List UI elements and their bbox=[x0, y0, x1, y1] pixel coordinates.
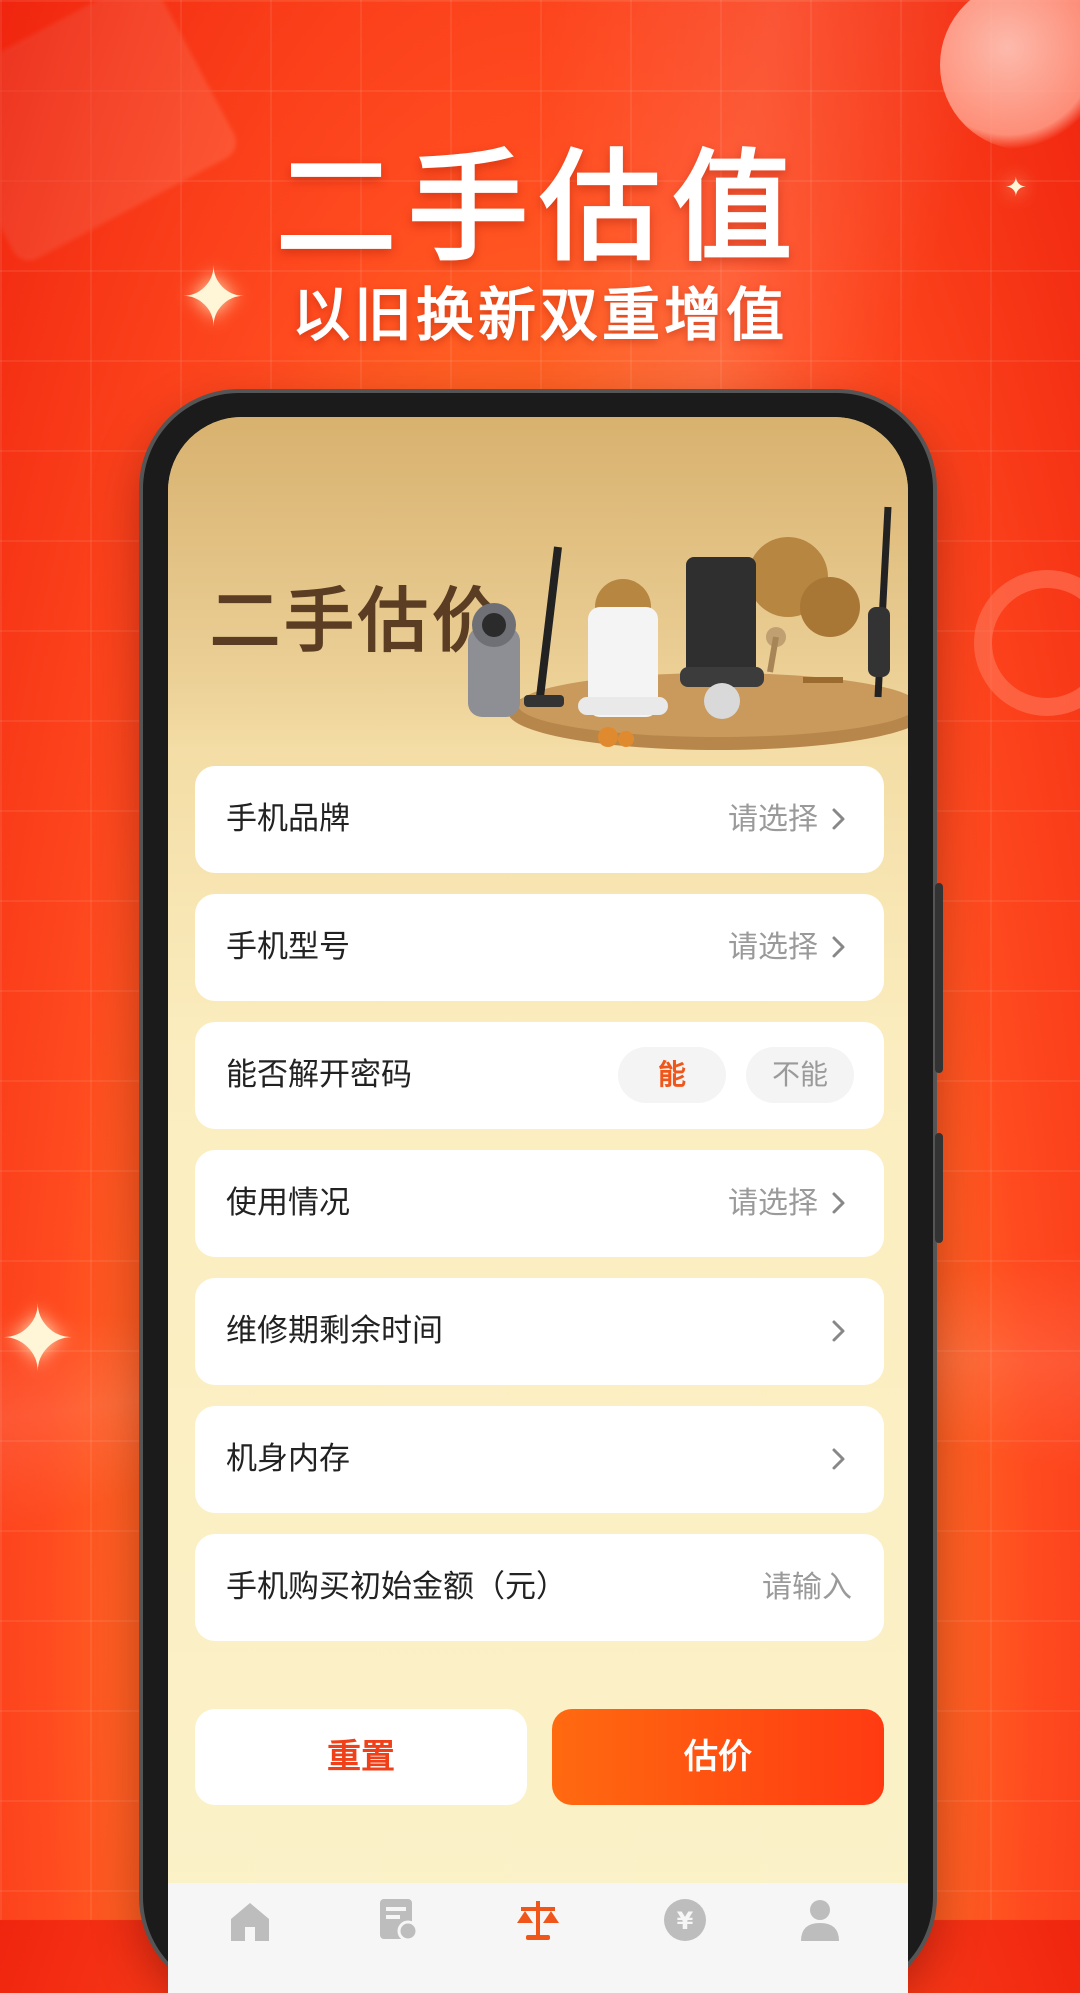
row-label: 手机购买初始金额（元） bbox=[226, 1569, 567, 1605]
unlock-password-row: 能否解开密码 能 不能 bbox=[195, 1022, 884, 1129]
user-icon[interactable] bbox=[795, 1895, 845, 1945]
row-label: 使用情况 bbox=[226, 1185, 350, 1221]
warranty-remaining-row[interactable]: 维修期剩余时间 bbox=[195, 1278, 884, 1385]
reset-button[interactable]: 重置 bbox=[195, 1709, 527, 1805]
phone-mockup: 二手估价 手机品牌 请选择 手机型号 请选择 能否解开密码 能 不能 使用情况 … bbox=[143, 393, 943, 1993]
yen-coin-icon[interactable]: ¥ bbox=[660, 1895, 710, 1945]
chevron-right-icon bbox=[832, 1448, 845, 1470]
row-label: 机身内存 bbox=[226, 1441, 350, 1477]
chevron-right-icon bbox=[832, 808, 845, 830]
svg-text:¥: ¥ bbox=[677, 1907, 694, 1935]
phone-screen: 二手估价 手机品牌 请选择 手机型号 请选择 能否解开密码 能 不能 使用情况 … bbox=[168, 417, 908, 1993]
scale-icon[interactable] bbox=[513, 1895, 563, 1945]
promo-title: 二手估值 bbox=[276, 139, 804, 278]
phone-brand-row[interactable]: 手机品牌 请选择 bbox=[195, 766, 884, 873]
phone-side-button bbox=[935, 883, 943, 1073]
option-no-button[interactable]: 不能 bbox=[746, 1047, 854, 1103]
chevron-right-icon bbox=[832, 1320, 845, 1342]
phone-side-button bbox=[935, 1133, 943, 1243]
promo-subtitle: 以旧换新双重增值 bbox=[291, 281, 788, 349]
purchase-price-row: 手机购买初始金额（元） 请输入 bbox=[195, 1534, 884, 1641]
row-label: 维修期剩余时间 bbox=[226, 1313, 443, 1349]
row-value: 请选择 bbox=[728, 1186, 818, 1221]
appliances-illustration bbox=[468, 506, 908, 750]
tab-bar: ¥ bbox=[168, 1883, 908, 1993]
document-certificate-icon[interactable] bbox=[372, 1895, 422, 1945]
estimate-button[interactable]: 估价 bbox=[552, 1709, 884, 1805]
option-yes-button[interactable]: 能 bbox=[618, 1047, 726, 1103]
purchase-price-input[interactable]: 请输入 bbox=[762, 1534, 852, 1641]
banner: 二手估价 bbox=[168, 417, 908, 750]
chevron-right-icon bbox=[832, 936, 845, 958]
storage-row[interactable]: 机身内存 bbox=[195, 1406, 884, 1513]
row-label: 手机型号 bbox=[226, 929, 350, 965]
home-icon[interactable] bbox=[225, 1895, 275, 1945]
chevron-right-icon bbox=[832, 1192, 845, 1214]
row-value: 请选择 bbox=[728, 802, 818, 837]
row-label: 能否解开密码 bbox=[226, 1057, 412, 1093]
usage-condition-row[interactable]: 使用情况 请选择 bbox=[195, 1150, 884, 1257]
row-label: 手机品牌 bbox=[226, 801, 350, 837]
sparkle-icon: ✦ bbox=[0, 1287, 76, 1392]
phone-model-row[interactable]: 手机型号 请选择 bbox=[195, 894, 884, 1001]
row-value: 请选择 bbox=[728, 930, 818, 965]
